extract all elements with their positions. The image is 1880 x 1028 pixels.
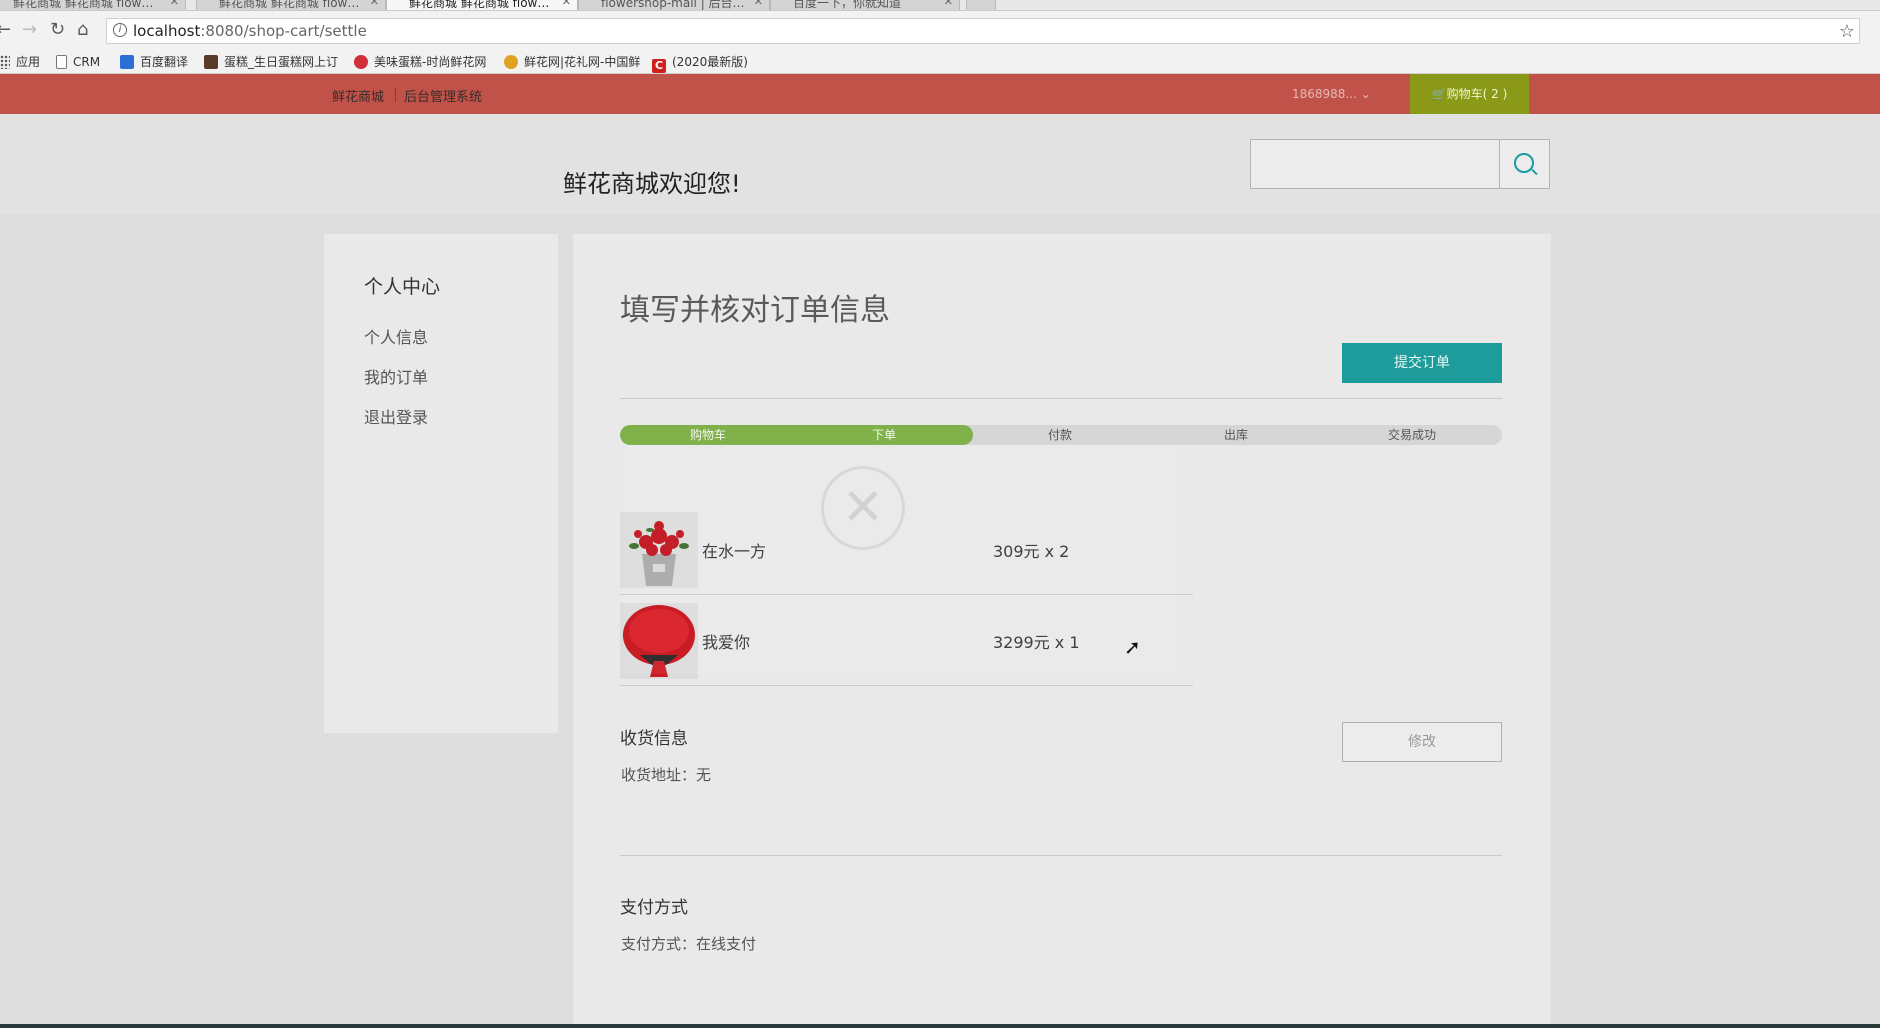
bookmark-crm[interactable]: CRM (56, 53, 100, 71)
browser-tab-active[interactable]: 鲜花商城 鲜花商城 flow… ✕ (386, 0, 578, 10)
tab-label: 鲜花商城 鲜花商城 flow… (13, 0, 154, 10)
chevron-down-icon: ⌄ (1360, 87, 1371, 101)
browser-tab[interactable]: 鲜花商城 鲜花商城 flow… ✕ (0, 0, 186, 10)
address-bar: ← → ↻ ⌂ i localhost:8080/shop-cart/settl… (0, 11, 1880, 51)
tab-label: flowershop-mall | 后台… (601, 0, 745, 10)
mouse-cursor-icon: ➚ (1124, 635, 1141, 659)
site-topbar: 鲜花商城 后台管理系统 1868988... ⌄ 🛒购物车( 2 ) (0, 74, 1880, 114)
sidebar-title: 个人中心 (364, 276, 441, 298)
bookmark-flower-gift[interactable]: 鲜花网|花礼网-中国鲜 (504, 53, 640, 71)
bookmark-label: 鲜花网|花礼网-中国鲜 (524, 55, 641, 69)
new-tab-button[interactable] (966, 0, 996, 10)
url-host: localhost (133, 22, 201, 40)
search-button[interactable] (1499, 139, 1550, 189)
progress-step-pay: 付款 (1047, 428, 1072, 442)
home-icon[interactable]: ⌂ (77, 20, 88, 40)
flower-icon (354, 55, 368, 69)
bookmark-label: 蛋糕_生日蛋糕网上订 (224, 55, 339, 69)
user-name: 1868988... (1292, 87, 1357, 101)
progress-step-cart: 购物车 (689, 428, 726, 442)
sidebar-item-profile[interactable]: 个人信息 (364, 324, 428, 348)
sidebar-item-orders[interactable]: 我的订单 (364, 364, 428, 388)
admin-link[interactable]: 后台管理系统 (404, 86, 482, 105)
browser-tab[interactable]: flowershop-mall | 后台… ✕ (578, 0, 770, 10)
progress-step-order: 下单 (871, 428, 896, 442)
user-center-sidebar: 个人中心 个人信息 我的订单 退出登录 (324, 234, 558, 733)
topbar-divider (395, 88, 396, 102)
close-icon[interactable]: ✕ (754, 0, 763, 8)
bookmark-label: 百度翻译 (140, 55, 189, 69)
c-icon: C (652, 59, 666, 73)
close-icon[interactable]: ✕ (170, 0, 179, 8)
user-menu[interactable]: 1868988... ⌄ (1292, 87, 1371, 101)
bookmark-cake[interactable]: 蛋糕_生日蛋糕网上订 (204, 53, 338, 71)
bookmark-apps[interactable]: 应用 (0, 53, 40, 71)
welcome-title: 鲜花商城欢迎您! (563, 170, 741, 198)
baidu-translate-icon (120, 55, 134, 69)
bookmarks-bar: 应用 CRM 百度翻译 蛋糕_生日蛋糕网上订 美味蛋糕-时尚鲜花网 鲜花网|花礼… (0, 51, 1880, 74)
taskbar-edge (0, 1024, 1880, 1028)
mall-home-link[interactable]: 鲜花商城 (332, 86, 384, 105)
tab-label: 鲜花商城 鲜花商城 flow… (409, 0, 550, 10)
shipping-section-title: 收货信息 (620, 729, 688, 749)
cart-button[interactable]: 🛒购物车( 2 ) (1410, 74, 1529, 114)
flower-icon (504, 55, 518, 69)
forward-icon[interactable]: → (22, 20, 37, 40)
tab-label: 百度一下，你就知道 (793, 0, 902, 10)
bookmark-label: 应用 (16, 55, 41, 69)
submit-order-button[interactable]: 提交订单 (1342, 343, 1502, 383)
bookmark-baidu-translate[interactable]: 百度翻译 (120, 53, 188, 71)
cart-icon: 🛒 (1431, 87, 1447, 101)
close-icon[interactable]: ✕ (370, 0, 379, 8)
back-icon[interactable]: ← (0, 20, 11, 40)
tab-label: 鲜花商城 鲜花商城 flow… (219, 0, 360, 10)
order-progress-bar: 购物车 下单 付款 出库 交易成功 (620, 425, 1502, 445)
close-icon[interactable]: ✕ (944, 0, 953, 8)
site-header: 鲜花商城欢迎您! (0, 114, 1880, 214)
payment-section-title: 支付方式 (620, 898, 688, 918)
progress-step-ship: 出库 (1223, 428, 1248, 442)
bookmark-cake-flower[interactable]: 美味蛋糕-时尚鲜花网 (354, 53, 486, 71)
browser-tabstrip: 鲜花商城 鲜花商城 flow… ✕ 鲜花商城 鲜花商城 flow… ✕ 鲜花商城 鲜… (0, 0, 1880, 11)
info-icon[interactable]: i (113, 23, 127, 37)
divider (620, 398, 1502, 399)
close-circle-icon: ✕ (821, 466, 905, 550)
url-input[interactable]: i localhost:8080/shop-cart/settle ☆ (106, 18, 1860, 44)
bookmark-2020[interactable]: C (2020最新版) (652, 53, 748, 73)
browser-tab[interactable]: 百度一下，你就知道 ✕ (770, 0, 960, 10)
loading-overlay: ✕ (624, 444, 1176, 674)
close-icon[interactable]: ✕ (562, 0, 571, 8)
sidebar-item-logout[interactable]: 退出登录 (364, 404, 428, 428)
progress-step-done: 交易成功 (1387, 428, 1436, 442)
divider (620, 855, 1502, 856)
bookmark-star-icon[interactable]: ☆ (1839, 21, 1855, 42)
cart-label: 购物车( 2 ) (1446, 87, 1508, 101)
page-title: 填写并核对订单信息 (620, 293, 890, 328)
search-input[interactable] (1250, 139, 1500, 189)
cake-icon (204, 55, 218, 69)
bookmark-label: 美味蛋糕-时尚鲜花网 (374, 55, 487, 69)
bookmark-label: (2020最新版) (672, 55, 748, 69)
reload-icon[interactable]: ↻ (50, 20, 65, 40)
payment-method: 支付方式：在线支付 (621, 935, 757, 953)
bookmark-label: CRM (73, 55, 101, 69)
browser-tab[interactable]: 鲜花商城 鲜花商城 flow… ✕ (196, 0, 386, 10)
shipping-address: 收货地址：无 (621, 766, 712, 784)
url-path: :8080/shop-cart/settle (200, 22, 367, 40)
page-icon (56, 55, 67, 69)
apps-icon (0, 55, 10, 69)
edit-address-button[interactable]: 修改 (1342, 722, 1502, 762)
